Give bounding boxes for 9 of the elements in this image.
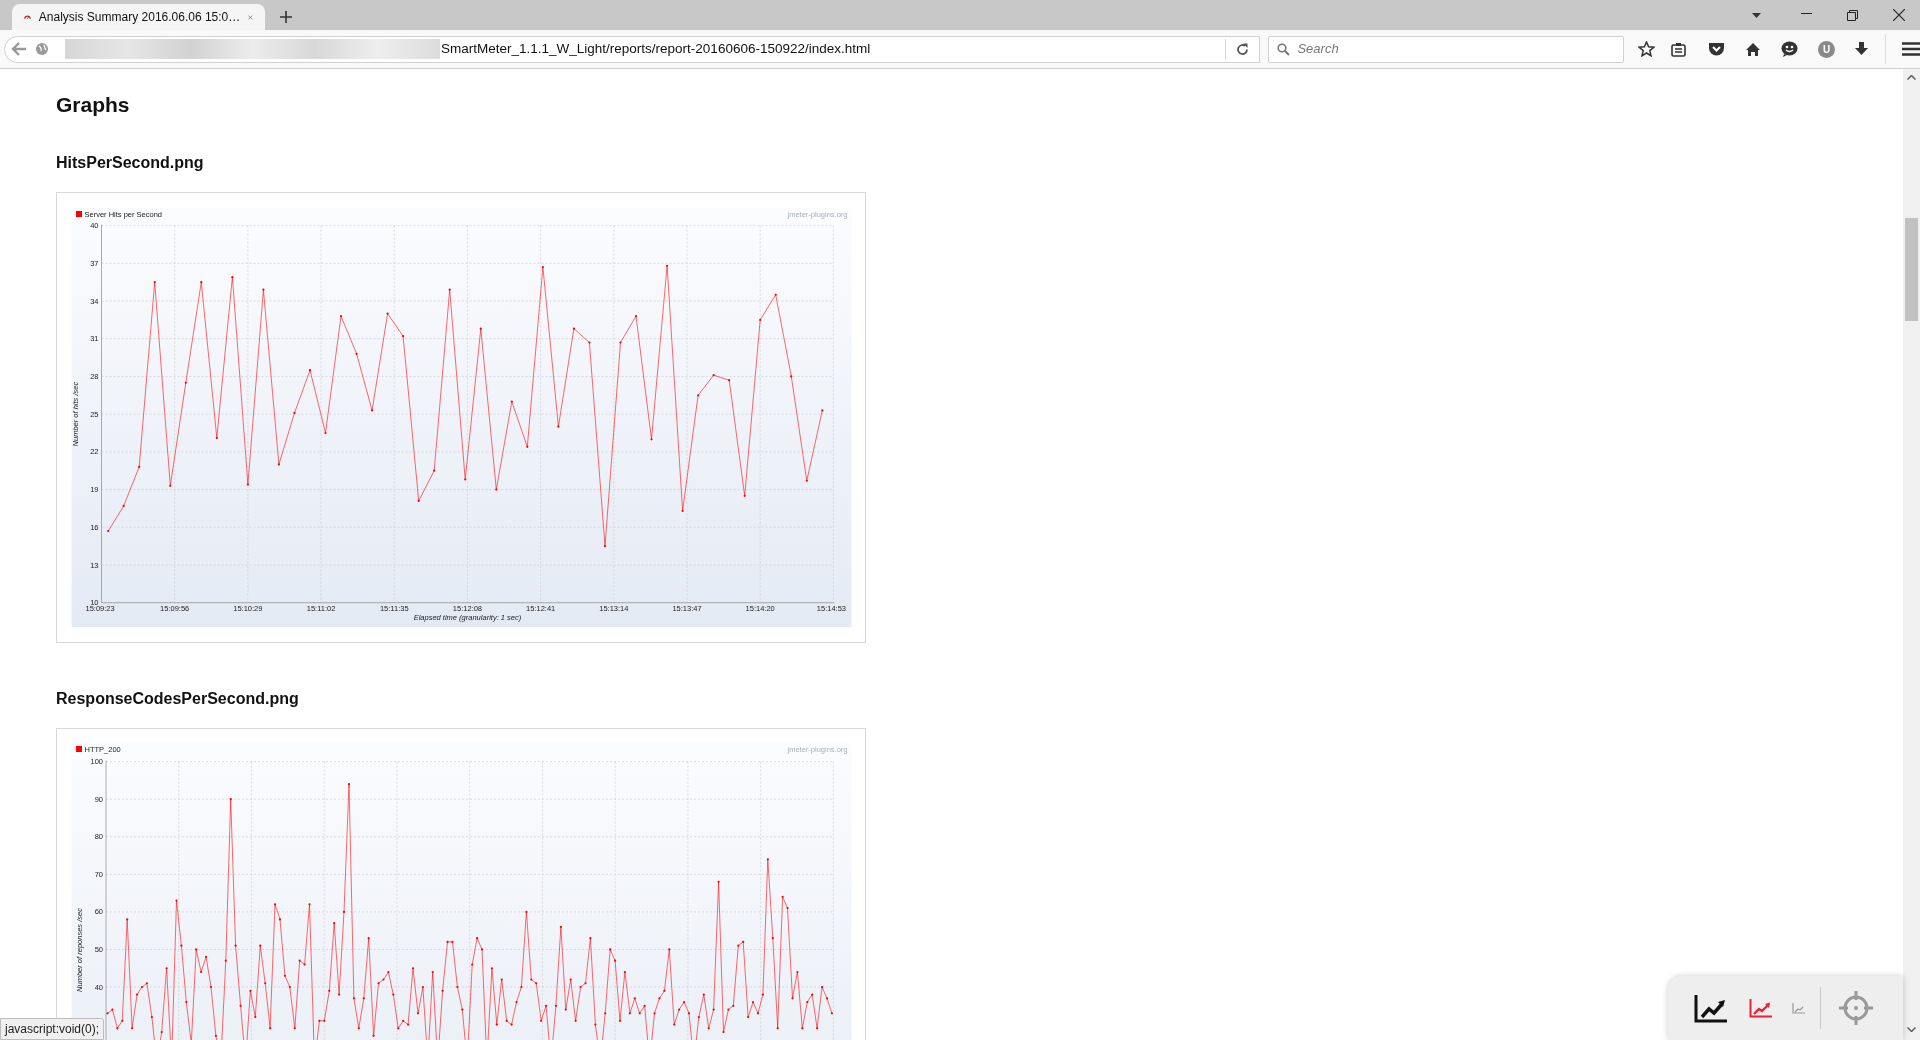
address-bar[interactable]: SmartMeter_1.1.1_W_Light/reports/report-20160606-150922/index.html xyxy=(4,35,1261,63)
status-text: javascript:void(0); xyxy=(0,1018,105,1040)
tab-title: Analysis Summary 2016.06.06 15:0… xyxy=(38,9,241,26)
page-heading: Graphs xyxy=(56,92,131,118)
graph-title: HitsPerSecond.png xyxy=(56,153,205,173)
address-text: SmartMeter_1.1.1_W_Light/reports/report-20160606-150922/index.html xyxy=(441,39,871,58)
browser-tab[interactable]: Analysis Summary 2016.06.06 15:0… xyxy=(12,4,265,30)
graph-title: ResponseCodesPerSecond.png xyxy=(56,689,300,709)
search-field[interactable]: Search xyxy=(1268,35,1624,63)
